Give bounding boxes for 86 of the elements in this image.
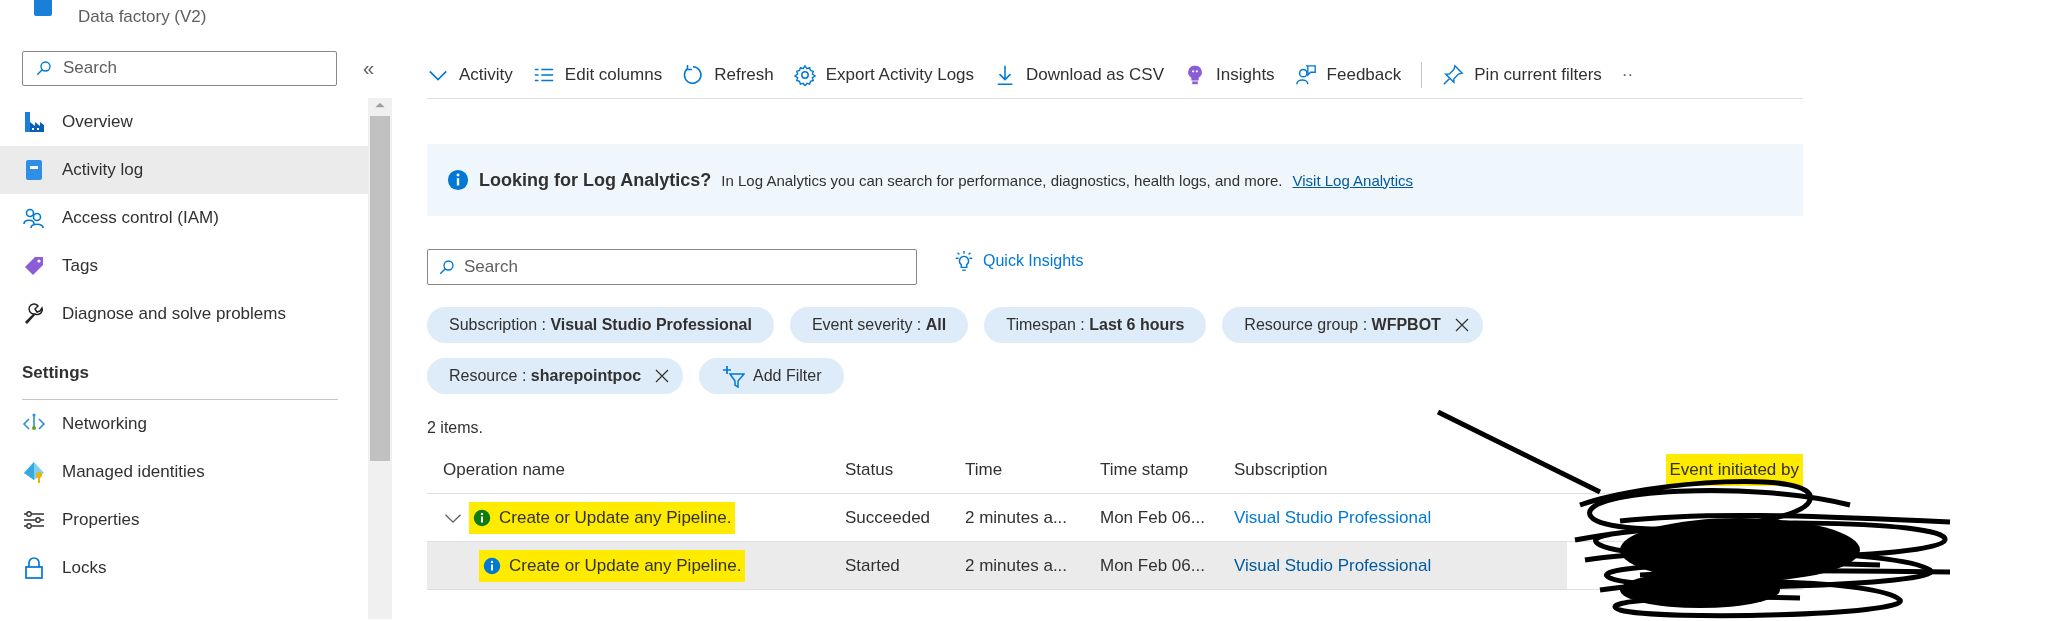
column-header[interactable]: Operation name bbox=[427, 460, 845, 480]
search-placeholder: Search bbox=[63, 58, 117, 78]
sidebar-item[interactable]: Tags bbox=[0, 242, 368, 290]
resource-subtitle: Data factory (V2) bbox=[78, 7, 207, 27]
collapse-button[interactable]: « bbox=[363, 56, 375, 80]
scrollbar-thumb[interactable] bbox=[370, 116, 390, 461]
table-row[interactable]: Create or Update any Pipeline. Started 2 minutes a... Mon Feb 06... Visual Studio Professional bbox=[427, 542, 1567, 589]
sidebar-item[interactable]: Activity log bbox=[0, 146, 368, 194]
filter-pill-text: Timespan : Last 6 hours bbox=[1006, 316, 1185, 334]
sidebar-item-label: Tags bbox=[62, 256, 98, 276]
sliders-icon bbox=[22, 508, 46, 532]
filter-pill-text: Subscription : Visual Studio Professional bbox=[449, 316, 752, 334]
filter-pill[interactable]: Resource : sharepointpoc bbox=[427, 358, 684, 394]
sidebar-item[interactable]: Properties bbox=[0, 496, 368, 544]
column-header[interactable]: Subscription bbox=[1234, 460, 1560, 480]
scrollbar[interactable] bbox=[368, 98, 392, 619]
status-cell-text: Started bbox=[845, 555, 901, 576]
toolbar-button[interactable]: Download as CSV bbox=[994, 64, 1164, 86]
feedback-icon bbox=[1294, 64, 1317, 86]
filter-pill-text: Resource : sharepointpoc bbox=[449, 367, 642, 385]
visit-log-analytics-link[interactable]: Visit Log Analytics bbox=[1292, 171, 1414, 189]
operation-text: Create or Update any Pipeline. bbox=[499, 507, 732, 528]
sidebar-item[interactable]: Locks bbox=[0, 544, 368, 592]
toolbar-button[interactable]: Export Activity Logs bbox=[793, 64, 975, 86]
settings-icon bbox=[793, 64, 816, 86]
search-placeholder: Search bbox=[464, 257, 518, 277]
lock-icon bbox=[22, 556, 46, 580]
refresh-icon bbox=[682, 64, 705, 86]
search-icon bbox=[438, 258, 456, 276]
toolbar-button[interactable]: Pin current filters bbox=[1442, 64, 1602, 86]
factory-icon bbox=[22, 110, 46, 134]
section-heading: Settings bbox=[22, 363, 91, 384]
column-header[interactable]: Time bbox=[965, 460, 1100, 480]
add-filter-button[interactable]: Add Filter bbox=[699, 358, 844, 394]
sidebar-item-label: Diagnose and solve problems bbox=[62, 304, 286, 324]
toolbar-button[interactable]: Feedback bbox=[1294, 64, 1402, 86]
people-icon bbox=[22, 206, 46, 230]
sidebar-item-label: Access control (IAM) bbox=[62, 208, 219, 228]
sidebar-item-label: Activity log bbox=[62, 160, 144, 180]
sidebar-item-label: Locks bbox=[62, 558, 107, 578]
operation-name[interactable]: Create or Update any Pipeline. bbox=[479, 549, 746, 582]
operation-name[interactable]: Create or Update any Pipeline. bbox=[469, 501, 736, 534]
info-icon bbox=[447, 169, 469, 191]
sidebar-item-label: Properties bbox=[62, 510, 140, 530]
toolbar-button[interactable]: Activity bbox=[427, 64, 513, 86]
add-filter-icon bbox=[721, 364, 746, 388]
quick-insights-link[interactable]: Quick Insights bbox=[953, 250, 1084, 272]
item-count: 2 items. bbox=[427, 419, 484, 437]
pyramid-key-icon bbox=[22, 460, 46, 484]
banner-text: In Log Analytics you can search for performance, diagnostics, health logs, and more. bbox=[721, 171, 1283, 189]
subscription-link[interactable]: Visual Studio Professional bbox=[1234, 507, 1560, 528]
operation-text: Create or Update any Pipeline. bbox=[509, 555, 742, 576]
filter-pill[interactable]: Event severity : All bbox=[789, 307, 969, 343]
pin-icon bbox=[1442, 64, 1465, 86]
sidebar-item[interactable]: Networking bbox=[0, 400, 368, 448]
more-button[interactable]: ·· bbox=[1621, 65, 1634, 85]
sidebar-item[interactable]: Diagnose and solve problems bbox=[0, 290, 368, 338]
sidebar-item[interactable]: Managed identities bbox=[0, 448, 368, 496]
sidebar-item[interactable]: Access control (IAM) bbox=[0, 194, 368, 242]
lightbulb-icon bbox=[953, 250, 975, 272]
wrench-icon bbox=[22, 302, 46, 326]
toolbar-button[interactable]: Insights bbox=[1184, 64, 1275, 86]
sidebar-item-label: Networking bbox=[62, 414, 148, 434]
sidebar-item[interactable]: Overview bbox=[0, 98, 368, 146]
filter-pill[interactable]: Timespan : Last 6 hours bbox=[984, 307, 1207, 343]
sidebar-item-label: Overview bbox=[62, 112, 133, 132]
timestamp-cell-text: Mon Feb 06... bbox=[1100, 555, 1206, 576]
sidebar-search-field[interactable]: Search bbox=[22, 50, 337, 86]
table-row[interactable]: Create or Update any Pipeline. Succeeded 2 minutes a... Mon Feb 06... Visual Studio Professional bbox=[427, 494, 1567, 541]
timestamp-cell-text: Mon Feb 06... bbox=[1100, 507, 1206, 528]
status-cell-text: Succeeded bbox=[845, 507, 932, 528]
time-cell-text: 2 minutes a... bbox=[965, 555, 1069, 576]
filter-search-field[interactable]: Search bbox=[427, 249, 917, 285]
search-icon bbox=[35, 59, 53, 77]
banner-title: Looking for Log Analytics? bbox=[479, 169, 712, 191]
column-header[interactable]: Status bbox=[845, 460, 965, 480]
toolbar-button[interactable]: Edit columns bbox=[532, 64, 663, 86]
column-header[interactable]: Time stamp bbox=[1100, 460, 1234, 480]
toolbar-button[interactable]: Refresh bbox=[682, 64, 774, 86]
filter-pill-text: Resource group : WFPBOT bbox=[1244, 316, 1441, 334]
filter-pill[interactable]: Resource group : WFPBOT bbox=[1222, 307, 1483, 343]
time-cell-text: 2 minutes a... bbox=[965, 507, 1069, 528]
subscription-link[interactable]: Visual Studio Professional bbox=[1234, 555, 1560, 576]
filter-pill-text: Event severity : All bbox=[811, 316, 947, 334]
sidebar-item-label: Managed identities bbox=[62, 462, 205, 482]
filter-pill[interactable]: Subscription : Visual Studio Professional bbox=[427, 307, 774, 343]
